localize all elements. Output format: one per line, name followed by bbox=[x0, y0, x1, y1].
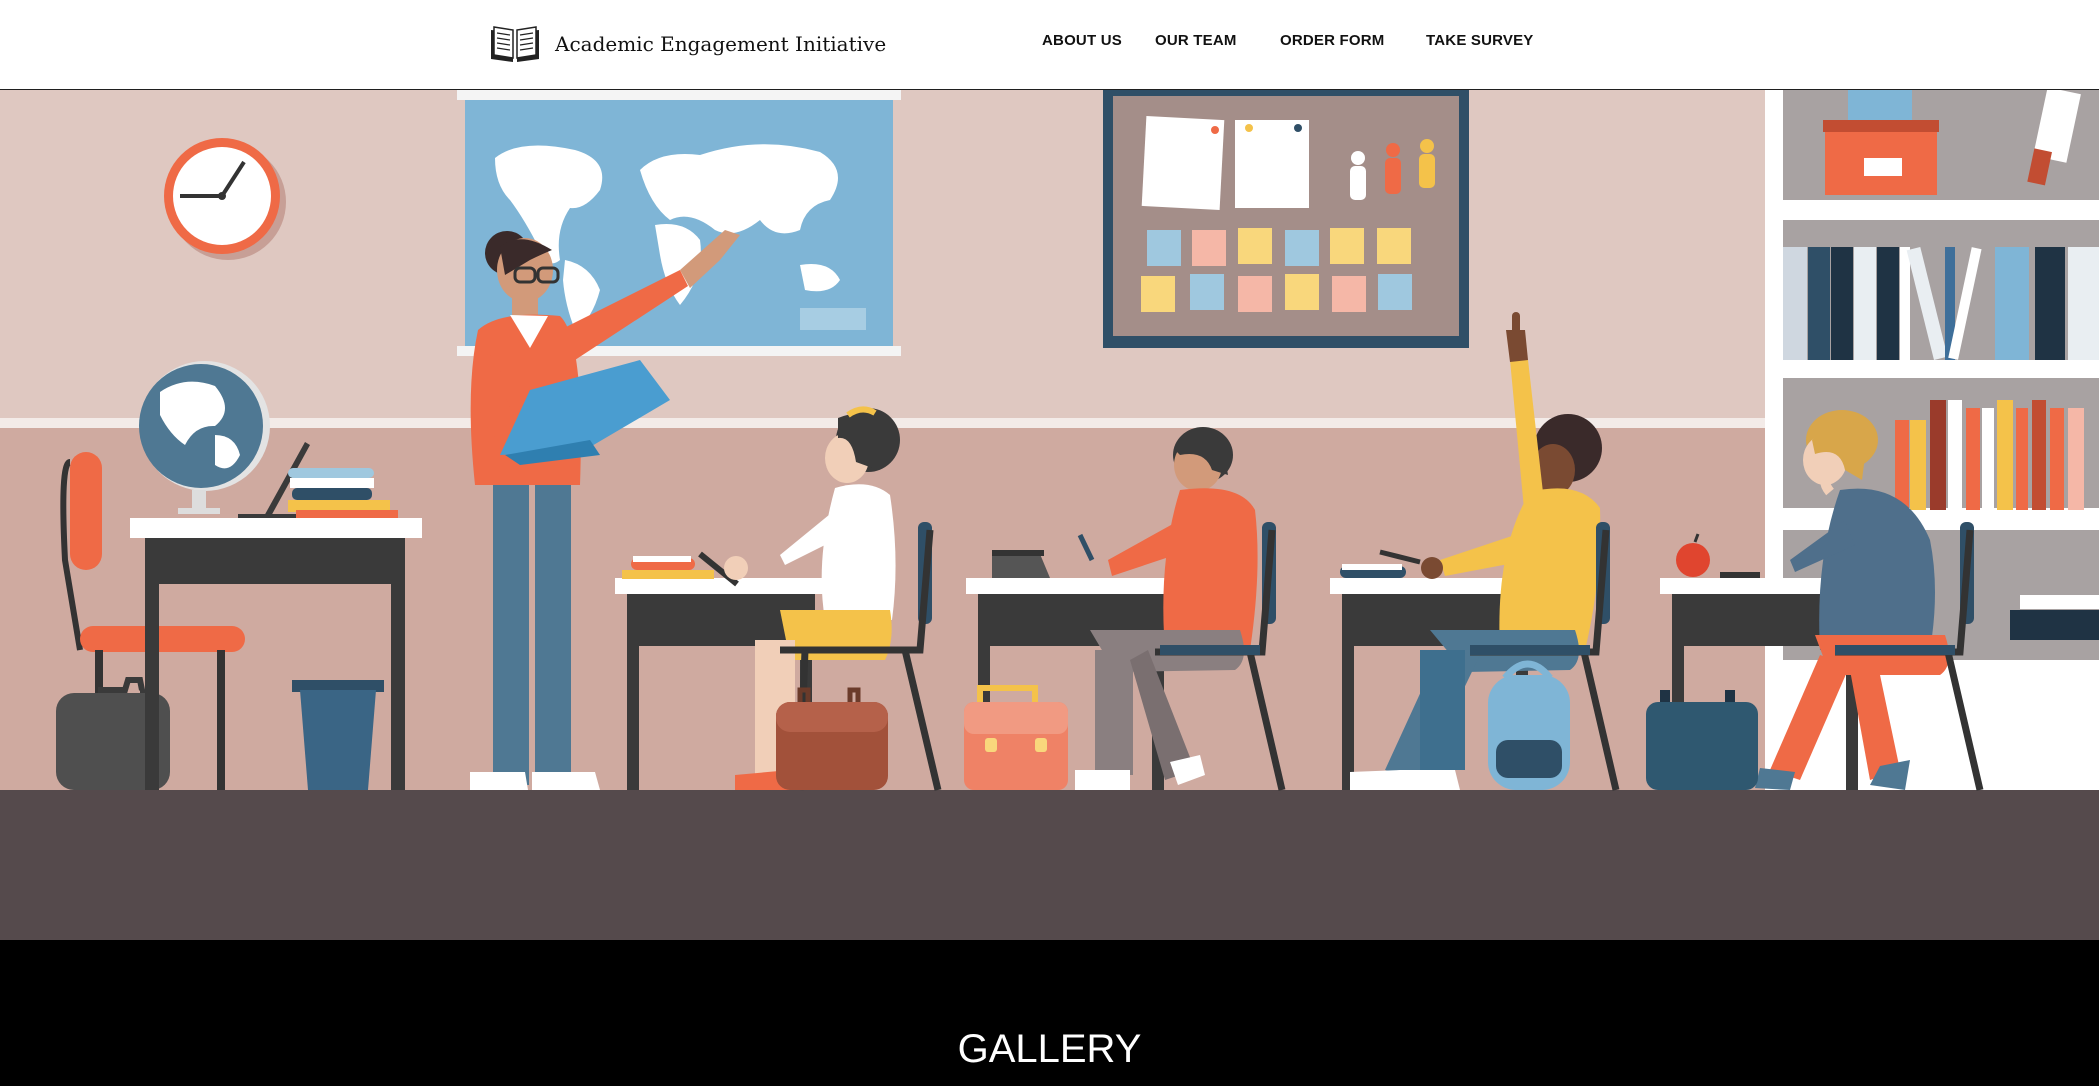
brown-bag bbox=[776, 687, 888, 790]
open-book-icon bbox=[491, 26, 539, 62]
hero-banner bbox=[0, 90, 2099, 940]
bulletin-board bbox=[1103, 90, 1469, 348]
navy-bag bbox=[1646, 690, 1758, 790]
nav-our-team[interactable]: OUR TEAM bbox=[1155, 32, 1237, 49]
nav-take-survey[interactable]: TAKE SURVEY bbox=[1426, 32, 1534, 49]
classroom-illustration bbox=[0, 90, 2099, 940]
blue-backpack bbox=[1488, 660, 1570, 790]
gallery-title: GALLERY bbox=[957, 1027, 1142, 1071]
brand-logo-link[interactable]: Academic Engagement Initiative bbox=[489, 24, 886, 64]
nav-about-us[interactable]: ABOUT US bbox=[1042, 32, 1122, 49]
site-header: Academic Engagement Initiative ABOUT US … bbox=[0, 0, 2099, 90]
orange-briefcase bbox=[964, 685, 1068, 790]
brand-name: Academic Engagement Initiative bbox=[555, 32, 887, 56]
nav-order-form[interactable]: ORDER FORM bbox=[1280, 32, 1385, 49]
